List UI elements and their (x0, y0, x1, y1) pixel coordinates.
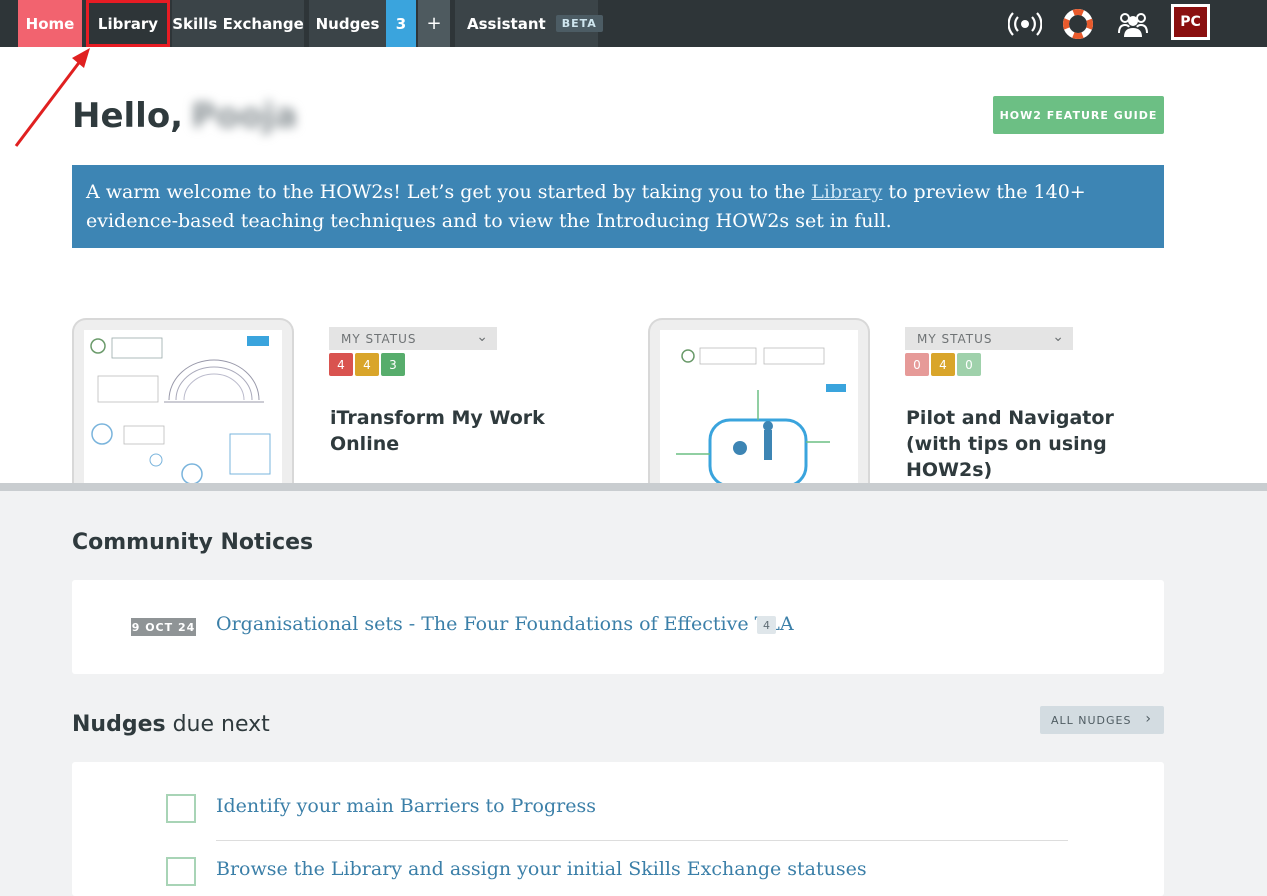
user-name: Pooja (191, 96, 298, 136)
status-badges-2: 0 4 0 (905, 353, 981, 376)
nudge-item-2[interactable]: Browse the Library and assign your initi… (216, 858, 867, 880)
nudge-checkbox-1[interactable] (166, 794, 196, 823)
card-thumbnail-itransform[interactable] (72, 318, 294, 484)
my-status-dropdown-1[interactable]: MY STATUS ⌄ (329, 327, 497, 350)
chevron-down-icon: ⌄ (1052, 329, 1065, 345)
nudges-title: Nudges due next (72, 712, 270, 737)
status-badges-1: 4 4 3 (329, 353, 405, 376)
status-badge-green[interactable]: 3 (381, 353, 405, 376)
avatar-initials: PC (1174, 7, 1207, 37)
card-thumbnail-pilot-navigator[interactable] (648, 318, 870, 484)
comment-count-badge: 4 (757, 616, 776, 634)
nav-assistant-label: Assistant (467, 14, 546, 33)
nudges-title-bold: Nudges (72, 712, 166, 737)
welcome-text-before: A warm welcome to the HOW2s! Let’s get y… (86, 181, 812, 203)
library-link[interactable]: Library (811, 181, 882, 203)
lifebuoy-icon[interactable] (1060, 6, 1096, 42)
nudge-checkbox-2[interactable] (166, 857, 196, 886)
feature-guide-button[interactable]: HOW2 FEATURE GUIDE (993, 96, 1164, 134)
status-badge-red[interactable]: 0 (905, 353, 929, 376)
greeting: Hello, (72, 96, 184, 136)
all-nudges-button[interactable]: ALL NUDGES › (1040, 706, 1164, 734)
card-title-1[interactable]: iTransform My Work Online (330, 405, 580, 457)
nudge-item-1[interactable]: Identify your main Barriers to Progress (216, 795, 596, 817)
nav-skills-exchange[interactable]: Skills Exchange (172, 0, 304, 47)
my-status-label-1: MY STATUS (341, 331, 417, 346)
chevron-right-icon: › (1145, 711, 1152, 727)
status-badge-yellow[interactable]: 4 (931, 353, 955, 376)
top-nav: Home Library Skills Exchange Nudges 3 + … (0, 0, 1267, 47)
nav-assistant[interactable]: Assistant BETA (455, 0, 603, 47)
my-status-label-2: MY STATUS (917, 331, 993, 346)
welcome-banner: A warm welcome to the HOW2s! Let’s get y… (72, 165, 1164, 248)
status-badge-yellow[interactable]: 4 (355, 353, 379, 376)
notice-date: 9 OCT 24 (131, 618, 196, 636)
nudges-count-badge[interactable]: 3 (386, 0, 416, 47)
users-icon[interactable] (1113, 6, 1153, 42)
broadcast-icon[interactable] (1005, 6, 1045, 42)
card-title-2[interactable]: Pilot and Navigator (with tips on using … (906, 405, 1156, 483)
page-title: Hello, Pooja (72, 96, 297, 136)
chevron-down-icon: ⌄ (476, 329, 489, 345)
thumbnail-illustration-icon (660, 330, 858, 484)
community-notices-title: Community Notices (72, 530, 314, 555)
thumbnail-illustration-icon (84, 330, 282, 484)
my-status-dropdown-2[interactable]: MY STATUS ⌄ (905, 327, 1073, 350)
nav-nudges[interactable]: Nudges (309, 0, 386, 47)
status-badge-green[interactable]: 0 (957, 353, 981, 376)
divider (216, 840, 1068, 841)
add-nudge-button[interactable]: + (418, 0, 450, 47)
nudges-title-light: due next (165, 712, 270, 737)
avatar[interactable]: PC (1171, 4, 1210, 40)
status-badge-red[interactable]: 4 (329, 353, 353, 376)
notice-link[interactable]: Organisational sets - The Four Foundatio… (216, 613, 794, 635)
beta-badge: BETA (555, 15, 603, 32)
all-nudges-label: ALL NUDGES (1051, 713, 1132, 727)
